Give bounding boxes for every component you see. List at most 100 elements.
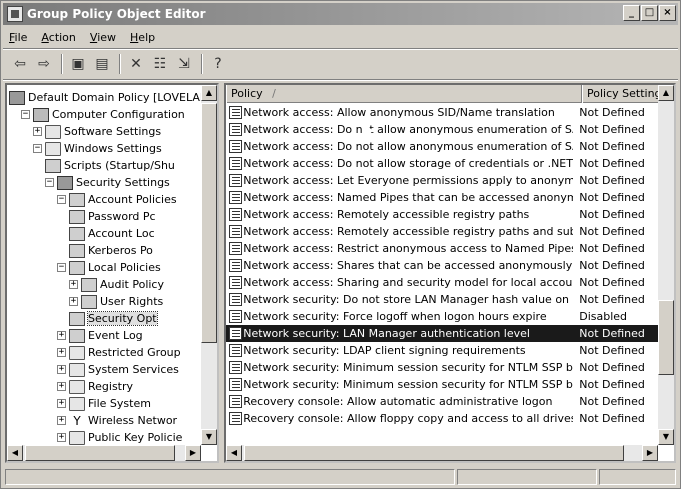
tree-item[interactable]: + File System: [57, 395, 151, 412]
policy-setting-value: Not Defined: [579, 378, 645, 391]
table-row[interactable]: Network access: Allow anonymous SID/Name…: [226, 104, 658, 121]
tree-item[interactable]: + System Services: [57, 361, 179, 378]
delete-button[interactable]: ✕: [125, 53, 147, 75]
tree-item[interactable]: Kerberos Po: [69, 242, 153, 259]
up-one-level-button[interactable]: ▣: [67, 53, 89, 75]
table-row[interactable]: Network access: Do not allow anonymous e…: [226, 121, 658, 138]
book-icon: [69, 209, 85, 224]
scroll-left-icon[interactable]: ◀: [226, 445, 242, 461]
menu-help[interactable]: Help: [130, 31, 155, 44]
policy-setting-icon: [229, 174, 243, 187]
tree-horizontal-scrollbar[interactable]: ◀ ▶: [7, 445, 201, 461]
details-pane[interactable]: Policy / Policy Setting Recovery console…: [224, 83, 676, 463]
list-horizontal-scrollbar[interactable]: ◀ ▶: [226, 445, 658, 461]
policy-setting-icon: [229, 106, 243, 119]
expand-icon[interactable]: +: [57, 433, 66, 442]
tree-item[interactable]: Default Domain Policy [LOVELAN: [9, 89, 208, 106]
tree-item[interactable]: + Y Wireless Networ: [57, 412, 177, 429]
list-vertical-scrollbar[interactable]: ▲ ▼: [658, 85, 674, 445]
scroll-up-icon[interactable]: ▲: [658, 85, 674, 101]
expand-icon[interactable]: +: [33, 127, 42, 136]
tree-item[interactable]: + Public Key Policie: [57, 429, 182, 446]
collapse-icon[interactable]: −: [21, 110, 30, 119]
properties-button[interactable]: ☷: [149, 53, 171, 75]
table-row[interactable]: Network access: Do not allow storage of …: [226, 155, 658, 172]
tree-item[interactable]: + Event Log: [57, 327, 143, 344]
table-row[interactable]: Network access: Remotely accessible regi…: [226, 223, 658, 240]
scroll-up-icon[interactable]: ▲: [201, 85, 217, 101]
export-list-button[interactable]: ⇲: [173, 53, 195, 75]
expand-icon[interactable]: +: [57, 331, 66, 340]
collapse-icon[interactable]: −: [45, 178, 54, 187]
scroll-right-icon[interactable]: ▶: [185, 445, 201, 461]
column-header-policy[interactable]: Policy /: [226, 85, 582, 103]
table-row[interactable]: Network access: Remotely accessible regi…: [226, 206, 658, 223]
scroll-thumb[interactable]: [244, 445, 624, 461]
back-button[interactable]: ⇦: [9, 53, 31, 75]
expand-icon[interactable]: +: [57, 399, 66, 408]
table-row[interactable]: Network access: Let Everyone permissions…: [226, 172, 658, 189]
scroll-down-icon[interactable]: ▼: [201, 429, 217, 445]
tree-item[interactable]: Security Opt: [69, 310, 158, 327]
policy-name: Network access: Remotely accessible regi…: [243, 208, 530, 221]
scroll-thumb[interactable]: [201, 103, 217, 343]
tree-item[interactable]: + Software Settings: [33, 123, 161, 140]
scroll-thumb[interactable]: [658, 300, 674, 375]
tree-item[interactable]: − Windows Settings: [33, 140, 162, 157]
show-hide-tree-button[interactable]: ▤: [91, 53, 113, 75]
scroll-right-icon[interactable]: ▶: [642, 445, 658, 461]
tree-item[interactable]: Account Loc: [69, 225, 155, 242]
table-row[interactable]: Network access: Sharing and security mod…: [226, 274, 658, 291]
collapse-icon[interactable]: −: [57, 195, 66, 204]
help-button[interactable]: ?: [207, 53, 229, 75]
collapse-icon[interactable]: −: [33, 144, 42, 153]
tree-item[interactable]: + Registry: [57, 378, 133, 395]
close-button[interactable]: ×: [659, 5, 676, 21]
menu-label: elp: [138, 30, 156, 44]
expand-icon[interactable]: +: [57, 382, 66, 391]
tree-item[interactable]: + Audit Policy: [69, 276, 164, 293]
table-row[interactable]: Network access: Shares that can be acces…: [226, 257, 658, 274]
table-row[interactable]: Recovery console: Allow automatic admini…: [226, 393, 658, 410]
menu-view[interactable]: View: [90, 31, 116, 44]
table-row[interactable]: Network security: Minimum session securi…: [226, 376, 658, 393]
table-row[interactable]: Network security: LAN Manager authentica…: [226, 325, 658, 342]
console-tree[interactable]: + Public Key Policie + Y Wireless Networ + Fil…: [5, 83, 219, 463]
table-row[interactable]: Network access: Restrict anonymous acces…: [226, 240, 658, 257]
table-row[interactable]: Network access: Named Pipes that can be …: [226, 189, 658, 206]
tree-item[interactable]: − Computer Configuration: [21, 106, 185, 123]
table-row[interactable]: Network security: Do not store LAN Manag…: [226, 291, 658, 308]
forward-button[interactable]: ⇨: [33, 53, 55, 75]
tree-item[interactable]: Password Pc: [69, 208, 156, 225]
menu-file[interactable]: File: [9, 31, 27, 44]
tree-item[interactable]: + Restricted Group: [57, 344, 181, 361]
table-row[interactable]: Network security: Force logoff when logo…: [226, 308, 658, 325]
table-row[interactable]: Network security: LDAP client signing re…: [226, 342, 658, 359]
tree-item[interactable]: Scripts (Startup/Shu: [45, 157, 175, 174]
scroll-thumb[interactable]: [25, 445, 175, 461]
folder-icon: [69, 345, 85, 360]
expand-icon[interactable]: +: [69, 297, 78, 306]
expand-icon[interactable]: +: [57, 348, 66, 357]
table-row[interactable]: Recovery console: Allow floppy copy and …: [226, 410, 658, 427]
maximize-button[interactable]: □: [641, 5, 658, 21]
menu-action[interactable]: Action: [41, 31, 75, 44]
tree-item[interactable]: − Security Settings: [45, 174, 170, 191]
title-bar[interactable]: Group Policy Object Editor _ □ ×: [3, 3, 678, 25]
policy-setting-value: Not Defined: [579, 276, 645, 289]
tree-item[interactable]: + User Rights: [69, 293, 163, 310]
tree-item[interactable]: − Local Policies: [57, 259, 161, 276]
minimize-button[interactable]: _: [623, 5, 640, 21]
back-arrow-icon: ⇦: [14, 56, 26, 72]
scroll-down-icon[interactable]: ▼: [658, 429, 674, 445]
collapse-icon[interactable]: −: [57, 263, 66, 272]
scroll-left-icon[interactable]: ◀: [7, 445, 23, 461]
expand-icon[interactable]: +: [69, 280, 78, 289]
policy-name: Recovery console: Allow floppy copy and …: [243, 412, 574, 425]
table-row[interactable]: Network security: Minimum session securi…: [226, 359, 658, 376]
expand-icon[interactable]: +: [57, 365, 66, 374]
table-row[interactable]: Network access: Do not allow anonymous e…: [226, 138, 658, 155]
expand-icon[interactable]: +: [57, 416, 66, 425]
tree-vertical-scrollbar[interactable]: ▲ ▼: [201, 85, 217, 445]
tree-item[interactable]: − Account Policies: [57, 191, 177, 208]
